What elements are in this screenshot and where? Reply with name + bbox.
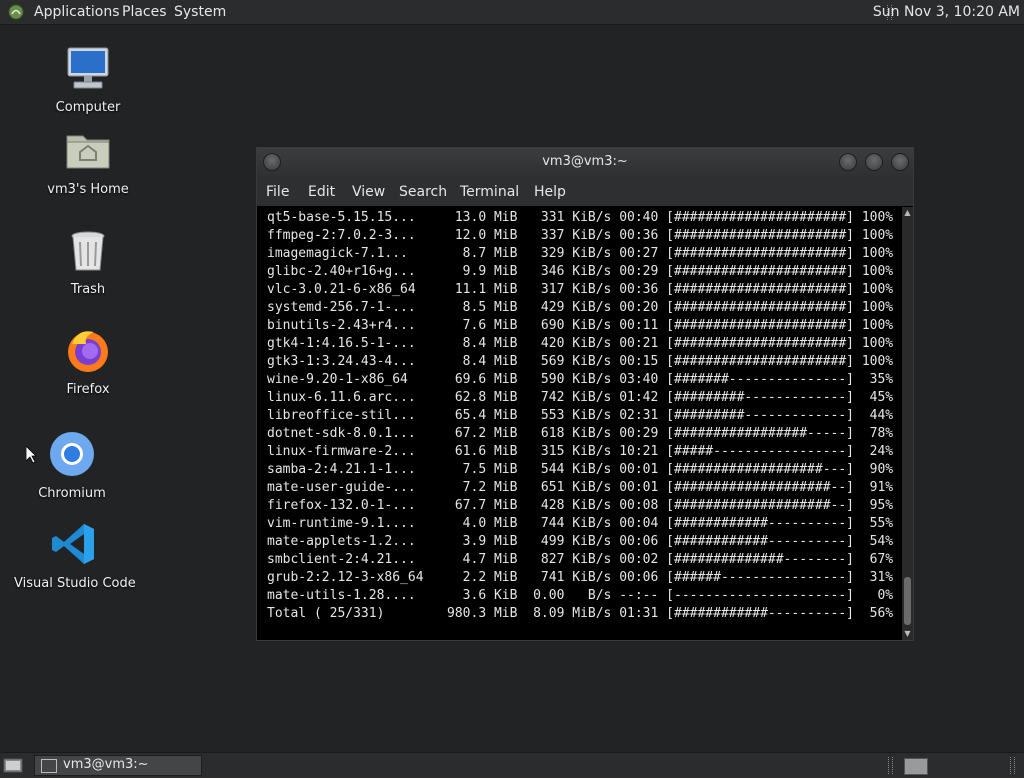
terminal-line: ffmpeg-2:7.0.2-3... 12.0 MiB 337 KiB/s 0…: [267, 228, 894, 243]
desktop-icon-vscode[interactable]: Visual Studio Code: [14, 520, 136, 591]
firefox-icon: [68, 331, 108, 372]
terminal-window[interactable]: vm3@vm3:~ File Edit View Search Terminal…: [256, 147, 914, 641]
scrollbar-thumb[interactable]: [904, 577, 911, 625]
taskbar-button-label: vm3@vm3:~: [63, 757, 149, 772]
places-menu[interactable]: Places: [122, 4, 167, 20]
minimize-button[interactable]: [839, 153, 857, 171]
menu-search[interactable]: Search: [399, 184, 447, 200]
panel-handle: [888, 757, 893, 774]
scroll-down-icon[interactable]: ▼: [902, 628, 913, 640]
terminal-line: dotnet-sdk-8.0.1... 67.2 MiB 618 KiB/s 0…: [267, 426, 894, 441]
computer-icon: [67, 47, 109, 89]
home-folder-icon: [66, 135, 110, 169]
terminal-menubar: File Edit View Search Terminal Help: [257, 178, 913, 206]
menu-file[interactable]: File: [266, 184, 289, 200]
terminal-line: libreoffice-stil... 65.4 MiB 553 KiB/s 0…: [267, 408, 894, 423]
terminal-line: mate-applets-1.2... 3.9 MiB 499 KiB/s 00…: [267, 534, 894, 549]
desktop-icon-label: Firefox: [66, 382, 110, 397]
terminal-line: mate-utils-1.28.... 3.6 KiB 0.00 B/s --:…: [267, 588, 894, 603]
window-title: vm3@vm3:~: [542, 154, 628, 169]
close-button[interactable]: [891, 153, 909, 171]
terminal-line: binutils-2.43+r4... 7.6 MiB 690 KiB/s 00…: [267, 318, 894, 333]
desktop-icon-label: Trash: [70, 282, 106, 297]
desktop-icon-firefox[interactable]: Firefox: [28, 326, 148, 397]
desktop-icon-computer[interactable]: Computer: [28, 44, 148, 115]
trash-icon: [71, 231, 105, 271]
terminal-line: systemd-256.7-1-... 8.5 MiB 429 KiB/s 00…: [267, 300, 894, 315]
desktop-icon-trash[interactable]: Trash: [28, 226, 148, 297]
show-desktop-icon[interactable]: [3, 757, 23, 774]
desktop-icon-label: Computer: [55, 100, 121, 115]
maximize-button[interactable]: [865, 153, 883, 171]
terminal-icon: [41, 759, 57, 773]
applications-menu[interactable]: Applications: [34, 4, 120, 20]
window-titlebar[interactable]: vm3@vm3:~: [257, 148, 913, 178]
terminal-lines: qt5-base-5.15.15... 13.0 MiB 331 KiB/s 0…: [267, 209, 893, 623]
terminal-line: firefox-132.0-1-... 67.7 MiB 428 KiB/s 0…: [267, 498, 894, 513]
terminal-line: linux-6.11.6.arc... 62.8 MiB 742 KiB/s 0…: [267, 390, 894, 405]
terminal-line: qt5-base-5.15.15... 13.0 MiB 331 KiB/s 0…: [267, 210, 894, 225]
terminal-line: vlc-3.0.21-6-x86_64 11.1 MiB 317 KiB/s 0…: [267, 282, 894, 297]
menu-terminal[interactable]: Terminal: [460, 184, 519, 200]
terminal-line: wine-9.20-1-x86_64 69.6 MiB 590 KiB/s 03…: [267, 372, 894, 387]
terminal-line: gtk3-1:3.24.43-4... 8.4 MiB 569 KiB/s 00…: [267, 354, 894, 369]
terminal-output[interactable]: qt5-base-5.15.15... 13.0 MiB 331 KiB/s 0…: [257, 207, 902, 640]
mouse-pointer-icon: [26, 446, 36, 464]
terminal-line: imagemagick-7.1... 8.7 MiB 329 KiB/s 00:…: [267, 246, 894, 261]
terminal-line: gtk4-1:4.16.5-1-... 8.4 MiB 420 KiB/s 00…: [267, 336, 894, 351]
top-panel: Applications Places System Sun Nov 3, 10…: [0, 0, 1024, 25]
taskbar-button-terminal[interactable]: vm3@vm3:~: [34, 755, 202, 776]
workspace-switcher[interactable]: [904, 758, 928, 775]
menu-help[interactable]: Help: [534, 184, 566, 200]
terminal-line: grub-2:2.12-3-x86_64 2.2 MiB 741 KiB/s 0…: [267, 570, 894, 585]
desktop-icon-chromium[interactable]: Chromium: [12, 430, 132, 501]
bottom-panel: vm3@vm3:~: [0, 752, 1024, 778]
terminal-line: glibc-2.40+r16+g... 9.9 MiB 346 KiB/s 00…: [267, 264, 894, 279]
chromium-icon: [50, 432, 94, 476]
menu-view[interactable]: View: [352, 184, 385, 200]
clock[interactable]: Sun Nov 3, 10:20 AM: [873, 4, 1020, 20]
menu-edit[interactable]: Edit: [308, 184, 335, 200]
scroll-up-icon[interactable]: ▲: [902, 207, 913, 219]
terminal-line: smbclient-2:4.21... 4.7 MiB 827 KiB/s 00…: [267, 552, 894, 567]
terminal-line: vim-runtime-9.1.... 4.0 MiB 744 KiB/s 00…: [267, 516, 894, 531]
terminal-line: linux-firmware-2... 61.6 MiB 315 KiB/s 1…: [267, 444, 894, 459]
terminal-scrollbar[interactable]: ▲ ▼: [902, 207, 913, 640]
terminal-line: mate-user-guide-... 7.2 MiB 651 KiB/s 00…: [267, 480, 894, 495]
terminal-line: samba-2:4.21.1-1... 7.5 MiB 544 KiB/s 00…: [267, 462, 894, 477]
vscode-icon: [52, 524, 94, 564]
system-menu[interactable]: System: [174, 4, 226, 20]
mate-logo-icon[interactable]: [8, 4, 24, 20]
panel-handle: [1010, 757, 1015, 774]
desktop-icon-label: vm3's Home: [47, 182, 129, 197]
terminal-line: Total ( 25/331) 980.3 MiB 8.09 MiB/s 01:…: [267, 606, 894, 621]
desktop-icon-label: Visual Studio Code: [14, 576, 136, 591]
desktop-icon-home[interactable]: vm3's Home: [28, 126, 148, 197]
desktop-icon-label: Chromium: [38, 486, 106, 501]
